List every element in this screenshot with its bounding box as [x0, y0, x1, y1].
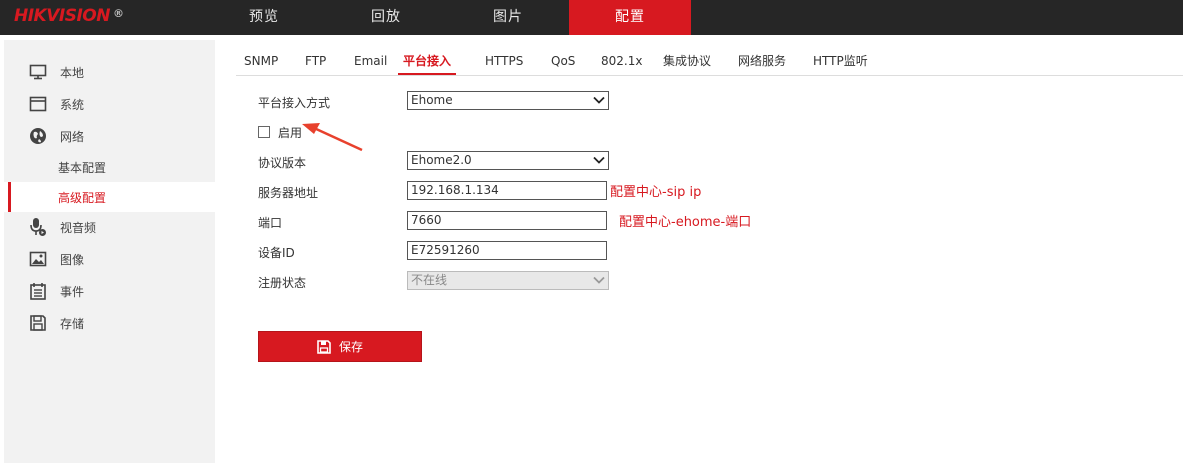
registered-mark: ® [112, 7, 124, 20]
access-mode-label: 平台接入方式 [258, 96, 331, 110]
config-tabs: SNMP FTP Email 平台接入 HTTPS QoS 802.1x 集成协… [236, 44, 1183, 76]
register-status-select: 不在线 [407, 271, 609, 290]
logo-text: HIKVISION [14, 6, 110, 26]
calendar-icon [28, 281, 48, 301]
globe-icon [28, 126, 48, 146]
tab-email[interactable]: Email [354, 44, 387, 75]
sidebar-item-label: 事件 [60, 284, 85, 299]
port-input[interactable]: 7660 [407, 211, 607, 230]
annotation-arrow-icon [302, 123, 363, 152]
protocol-version-label: 协议版本 [258, 156, 307, 170]
sidebar-item-label: 高级配置 [58, 190, 107, 205]
sidebar-item-label: 网络 [60, 129, 85, 144]
tab-http-listen[interactable]: HTTP监听 [813, 44, 868, 75]
tab-snmp[interactable]: SNMP [244, 44, 278, 75]
protocol-version-select[interactable]: Ehome2.0 [407, 151, 609, 170]
save-label: 保存 [338, 340, 363, 354]
port-label: 端口 [258, 216, 283, 230]
sidebar-item-label: 系统 [60, 97, 85, 112]
chevron-down-icon [593, 94, 605, 111]
floppy-icon [28, 313, 48, 333]
save-button[interactable]: 保存 [258, 331, 422, 362]
enable-label: 启用 [278, 126, 303, 140]
nav-preview[interactable]: 预览 [203, 0, 325, 35]
sidebar-item-label: 图像 [60, 252, 85, 267]
tab-8021x[interactable]: 802.1x [601, 44, 642, 75]
sidebar-item-storage[interactable]: 存储 [4, 308, 215, 338]
sidebar-item-label: 存储 [60, 316, 85, 331]
microphone-icon [28, 217, 48, 237]
image-icon [28, 249, 48, 269]
hikvision-logo: HIKVISION ® [14, 6, 124, 26]
tab-qos[interactable]: QoS [551, 44, 575, 75]
active-indicator [8, 182, 11, 212]
window-icon [28, 94, 48, 114]
tab-platform-access[interactable]: 平台接入 [398, 44, 457, 75]
port-note: 配置中心-ehome-端口 [619, 215, 752, 230]
main-nav: 预览 回放 图片 配置 [203, 0, 691, 35]
server-address-input[interactable]: 192.168.1.134 [407, 181, 607, 200]
sidebar-item-label: 基本配置 [58, 160, 107, 175]
device-id-input[interactable]: E72591260 [407, 241, 607, 260]
tab-https[interactable]: HTTPS [485, 44, 523, 75]
enable-checkbox[interactable] [258, 126, 270, 138]
nav-playback[interactable]: 回放 [325, 0, 447, 35]
server-address-label: 服务器地址 [258, 186, 319, 200]
sidebar-item-image[interactable]: 图像 [4, 244, 215, 274]
sidebar-item-network[interactable]: 网络 [4, 121, 215, 151]
chevron-down-icon [593, 274, 605, 291]
monitor-icon [28, 62, 48, 82]
top-navigation-bar: HIKVISION ® 预览 回放 图片 配置 [0, 0, 1183, 35]
protocol-version-value: Ehome2.0 [411, 153, 472, 167]
device-id-label: 设备ID [258, 246, 295, 260]
sidebar: 本地 系统 网络 基本配置 高级配置 视音频 图像 事件 存储 [4, 40, 215, 463]
floppy-icon [317, 339, 331, 354]
register-status-label: 注册状态 [258, 276, 307, 290]
register-status-value: 不在线 [411, 273, 448, 287]
sidebar-item-system[interactable]: 系统 [4, 89, 215, 119]
sidebar-item-local[interactable]: 本地 [4, 57, 215, 87]
sidebar-item-advanced-config[interactable]: 高级配置 [4, 182, 215, 212]
sidebar-item-label: 视音频 [60, 220, 97, 235]
sidebar-item-label: 本地 [60, 65, 85, 80]
sidebar-item-video-audio[interactable]: 视音频 [4, 212, 215, 242]
nav-configuration[interactable]: 配置 [569, 0, 691, 35]
tab-integration-protocol[interactable]: 集成协议 [663, 44, 711, 75]
server-address-note: 配置中心-sip ip [610, 185, 702, 200]
sidebar-item-basic-config[interactable]: 基本配置 [4, 152, 215, 182]
nav-picture[interactable]: 图片 [447, 0, 569, 35]
tab-ftp[interactable]: FTP [305, 44, 326, 75]
access-mode-value: Ehome [411, 93, 453, 107]
access-mode-select[interactable]: Ehome [407, 91, 609, 110]
chevron-down-icon [593, 154, 605, 171]
tab-network-service[interactable]: 网络服务 [738, 44, 786, 75]
sidebar-item-event[interactable]: 事件 [4, 276, 215, 306]
